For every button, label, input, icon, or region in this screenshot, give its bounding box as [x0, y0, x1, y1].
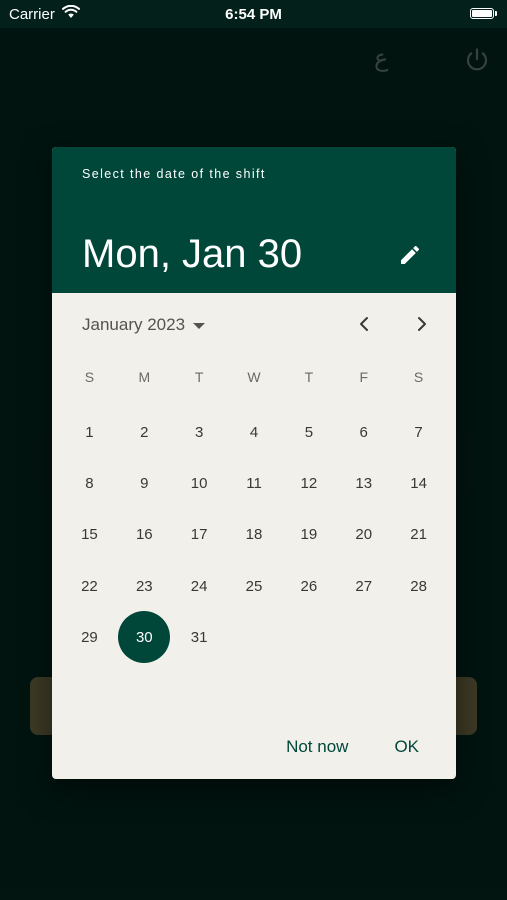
day-number: 31: [190, 628, 208, 646]
day-cell[interactable]: 11: [227, 458, 282, 509]
day-number: 21: [410, 526, 427, 544]
day-cell[interactable]: 18: [227, 509, 282, 560]
not-now-button[interactable]: Not now: [268, 737, 366, 757]
day-cell[interactable]: 16: [117, 509, 172, 560]
next-month-button[interactable]: [410, 312, 434, 336]
month-year-label: January 2023: [82, 315, 186, 334]
day-number: 18: [245, 526, 263, 544]
day-cell[interactable]: 28: [391, 561, 446, 612]
day-cell[interactable]: 15: [62, 509, 117, 560]
day-number: 2: [140, 424, 149, 442]
day-cell[interactable]: 19: [281, 509, 336, 560]
weekday-label: S: [84, 369, 95, 385]
day-number: 25: [245, 577, 263, 595]
day-number: 1: [85, 424, 94, 442]
edit-icon[interactable]: [398, 243, 422, 272]
day-cell[interactable]: 29: [62, 612, 117, 663]
day-cell[interactable]: 24: [172, 561, 227, 612]
help-text: Select the date of the shift: [82, 167, 266, 181]
day-number: 4: [249, 424, 259, 442]
day-cell[interactable]: 31: [172, 612, 227, 663]
day-number: 15: [81, 526, 98, 544]
ok-button[interactable]: OK: [366, 737, 456, 757]
day-number: 9: [140, 475, 149, 493]
weekday-label: S: [413, 369, 424, 385]
day-number: 13: [355, 475, 373, 493]
day-cell[interactable]: 20: [336, 509, 391, 560]
weekday-label: T: [194, 369, 204, 385]
day-number: 11: [246, 475, 262, 493]
day-cell[interactable]: 21: [391, 509, 446, 560]
weekday-label: W: [247, 369, 261, 385]
day-cell[interactable]: 12: [281, 458, 336, 509]
day-number: 24: [190, 577, 208, 595]
day-number: 29: [81, 628, 98, 646]
battery-nub: [495, 11, 497, 16]
date-picker-dialog: Select the date of the shift Mon, Jan 30…: [52, 147, 456, 779]
day-cell[interactable]: 6: [336, 407, 391, 458]
weekday-header-row: S M T W T F S: [62, 369, 446, 385]
day-number: 20: [355, 526, 373, 544]
day-number: 10: [190, 475, 208, 493]
day-cell[interactable]: 25: [227, 561, 282, 612]
day-number: 17: [190, 526, 208, 544]
selected-date-label: Mon, Jan 30: [82, 232, 303, 276]
status-bar: Carrier 6:54 PM: [0, 0, 507, 28]
day-cell[interactable]: 1: [62, 407, 117, 458]
month-year-selector[interactable]: January 2023: [82, 315, 206, 335]
day-cell[interactable]: 14: [391, 458, 446, 509]
day-number: 30: [135, 628, 153, 646]
weekday-label: F: [359, 369, 368, 385]
dropdown-arrow-icon: [193, 323, 206, 329]
day-cell[interactable]: 10: [172, 458, 227, 509]
day-grid: 1 2 3 4 5 6 7 8 9 10 11 12 13 14 15 16 17 18 19 20 21 22 23 24 2…: [62, 407, 446, 664]
day-cell[interactable]: 7: [391, 407, 446, 458]
weekday-label: M: [138, 369, 151, 385]
weekday-label: T: [304, 369, 314, 385]
day-number: 7: [414, 424, 423, 442]
day-cell[interactable]: 2: [117, 407, 172, 458]
day-number: 26: [300, 577, 318, 595]
previous-month-button[interactable]: [352, 312, 376, 336]
day-cell-selected[interactable]: 30: [117, 611, 172, 664]
day-cell[interactable]: 22: [62, 561, 117, 612]
day-cell[interactable]: 13: [336, 458, 391, 509]
day-cell[interactable]: 5: [281, 407, 336, 458]
chevron-right-icon: [418, 317, 426, 331]
day-number: 5: [304, 424, 314, 442]
day-cell[interactable]: 27: [336, 561, 391, 612]
day-cell[interactable]: 26: [281, 561, 336, 612]
day-cell[interactable]: 3: [172, 407, 227, 458]
day-number: 14: [410, 475, 427, 493]
day-number: 23: [135, 577, 153, 595]
day-number: 3: [194, 424, 204, 442]
date-picker-header: Select the date of the shift Mon, Jan 30: [52, 147, 456, 293]
day-cell[interactable]: 4: [227, 407, 282, 458]
day-number: 22: [81, 577, 98, 595]
day-number: 6: [359, 424, 368, 442]
day-number: 27: [355, 577, 373, 595]
day-number: 8: [85, 475, 94, 493]
day-cell[interactable]: 17: [172, 509, 227, 560]
day-number: 28: [410, 577, 427, 595]
status-time: 6:54 PM: [225, 6, 282, 23]
day-cell[interactable]: 8: [62, 458, 117, 509]
day-cell[interactable]: 9: [117, 458, 172, 509]
chevron-left-icon: [360, 317, 368, 331]
day-number: 19: [300, 526, 318, 544]
dialog-actions: Not now OK: [268, 727, 456, 767]
battery-icon: [470, 8, 494, 19]
day-number: 12: [300, 475, 318, 493]
day-number: 16: [135, 526, 153, 544]
day-cell[interactable]: 23: [117, 561, 172, 612]
